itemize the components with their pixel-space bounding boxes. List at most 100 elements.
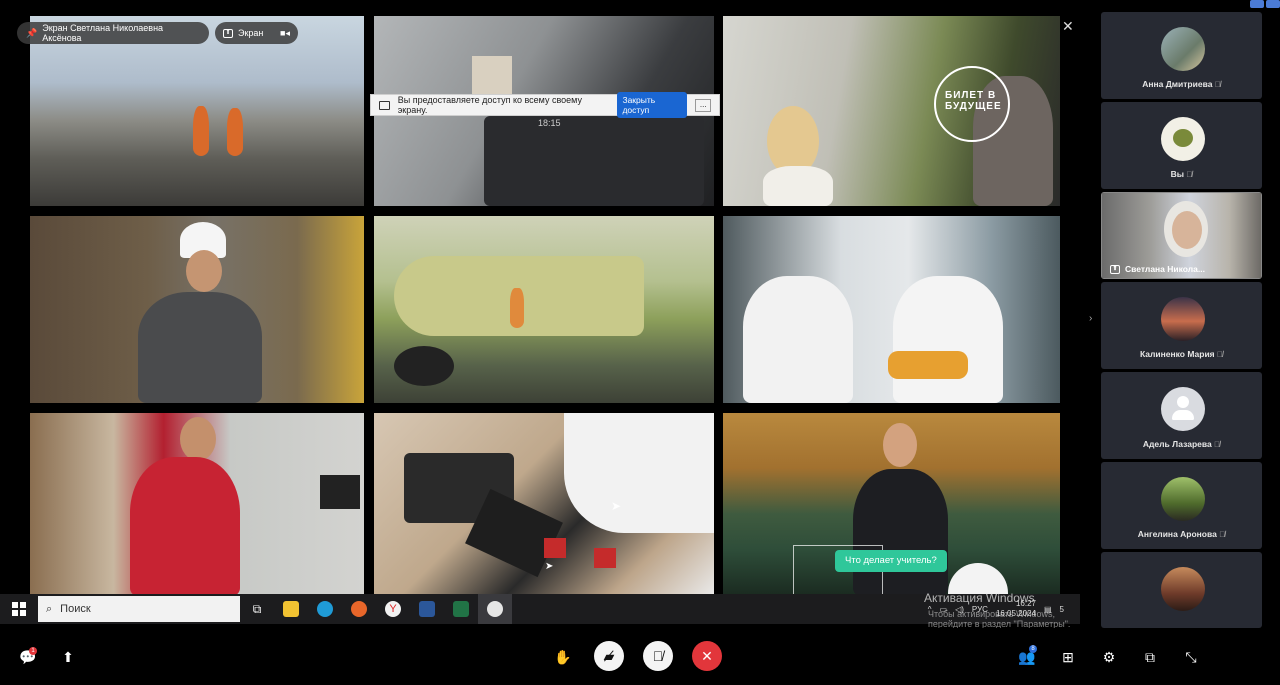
media-player-icon[interactable]	[478, 594, 512, 624]
hand-on-laptop	[484, 116, 704, 206]
avatar	[1161, 297, 1205, 341]
windows-activation-subtitle: Чтобы активировать Windows, перейдите в …	[928, 609, 1071, 629]
video-tile-robot-parts	[374, 413, 714, 596]
mic-off-icon: 🎙̸	[652, 648, 664, 664]
teacher-face	[883, 423, 917, 467]
engineer-uniform	[138, 292, 262, 403]
call-control-bar	[0, 628, 1280, 685]
firefox-icon[interactable]	[342, 594, 376, 624]
participant-card-active[interactable]: ⬆ Светлана Никола...	[1101, 192, 1262, 279]
camera-off-button[interactable]: ▰̸	[594, 641, 624, 671]
participant-name: Вы	[1170, 169, 1185, 179]
search-placeholder: Поиск	[60, 603, 91, 615]
participant-name-row: Адель Лазарева 🎙̸	[1101, 439, 1262, 449]
mic-muted-icon: 🎙̸	[1219, 530, 1226, 539]
mic-muted-icon: 🎙̸	[1186, 170, 1193, 179]
participants-badge: 8	[1029, 645, 1037, 653]
avatar	[1161, 567, 1205, 611]
frog-image	[1173, 129, 1193, 147]
screen-chip[interactable]: ⬆ Экран ■◂	[215, 22, 298, 44]
gear-icon[interactable]: ⚙	[1099, 647, 1119, 667]
video-call-window: 📌 Экран Светлана Николаевна Аксёнова ⬆ Э…	[0, 0, 1280, 685]
participant-card[interactable]: Калиненко Мария 🎙̸	[1101, 282, 1262, 369]
screen-badge-icon: ⬆	[223, 28, 233, 38]
pin-icon: 📌	[26, 27, 38, 38]
yandex-icon[interactable]: Y	[376, 594, 410, 624]
laptop-clock: 18:15	[538, 118, 561, 128]
participant-name-row: Калиненко Мария 🎙̸	[1101, 349, 1262, 359]
video-tile-lab-scientists	[723, 216, 1060, 403]
question-bubble: Что делает учитель?	[835, 550, 947, 572]
woman-figure	[510, 288, 524, 328]
participant-card[interactable]: Ангелина Аронова 🎙̸	[1101, 462, 1262, 549]
participant-name: Адель Лазарева	[1142, 439, 1212, 449]
woman-shirt	[763, 166, 833, 206]
windows-taskbar: ⌕ Поиск ⧉ Y ^ ▭ ◁) РУС 16:27 16.05.2024 …	[0, 594, 1080, 624]
windows-start-icon[interactable]	[0, 594, 38, 624]
red-shirt	[130, 457, 240, 596]
share-screen-icon[interactable]: ⬆	[58, 647, 78, 667]
aircraft-wheel	[394, 346, 454, 386]
minimize-button[interactable]: ...	[695, 98, 712, 112]
avatar	[1161, 117, 1205, 161]
camera-icon: ■◂	[280, 27, 290, 38]
man-face	[180, 417, 216, 461]
participant-name-row: Анна Дмитриева 🎙̸	[1101, 79, 1262, 89]
word-icon[interactable]	[410, 594, 444, 624]
participant-card[interactable]: Анна Дмитриева 🎙̸	[1101, 12, 1262, 99]
logo-line-1: БИЛЕТ В	[945, 90, 997, 101]
mouse-cursor-icon: ➤	[611, 499, 622, 513]
avatar	[1161, 27, 1205, 71]
file-explorer-icon[interactable]	[274, 594, 308, 624]
picture-in-picture-icon[interactable]: ⧉	[1140, 647, 1160, 667]
participant-name-row: ⬆ Светлана Никола...	[1110, 264, 1205, 274]
white-sleeve	[564, 413, 714, 533]
stop-sharing-button[interactable]: Закрыть доступ	[617, 92, 688, 118]
worker-figure	[193, 106, 209, 156]
excel-icon[interactable]	[444, 594, 478, 624]
screen-share-icon	[379, 100, 390, 110]
red-block	[544, 538, 566, 558]
mic-off-button[interactable]: 🎙̸	[643, 641, 673, 671]
worker-figure	[227, 108, 243, 156]
end-call-button[interactable]: ✕	[692, 641, 722, 671]
participant-card[interactable]: Адель Лазарева 🎙̸	[1101, 372, 1262, 459]
instrument	[888, 351, 968, 379]
participant-name: Светлана Никола...	[1125, 264, 1205, 274]
video-tile-interview-women	[723, 16, 1060, 206]
participant-name: Анна Дмитриева	[1142, 79, 1213, 89]
participant-name-row: Ангелина Аронова 🎙̸	[1101, 529, 1262, 539]
grid-layout-icon[interactable]: ⊞	[1058, 647, 1078, 667]
shared-screen: 📌 Экран Светлана Николаевна Аксёнова ⬆ Э…	[0, 0, 1090, 629]
video-tile-workers-walking	[30, 16, 364, 206]
video-tile-engineer-helmet	[30, 216, 364, 403]
raise-hand-icon[interactable]: ✋	[552, 647, 574, 667]
participant-name: Калиненко Мария	[1140, 349, 1215, 359]
close-icon[interactable]: ✕	[1062, 18, 1074, 35]
participant-card[interactable]: Вы 🎙̸	[1101, 102, 1262, 189]
close-icon: ✕	[701, 647, 713, 664]
mic-muted-icon: 🎙̸	[1214, 80, 1221, 89]
chevron-right-icon[interactable]: ›	[1089, 313, 1092, 324]
collapse-fullscreen-icon[interactable]: ⤡	[1181, 647, 1201, 667]
edge-icon[interactable]	[308, 594, 342, 624]
avatar-placeholder	[1161, 387, 1205, 431]
participant-card[interactable]	[1101, 552, 1262, 628]
scientist-left	[743, 276, 853, 403]
screen-chip-label: Экран	[238, 28, 264, 38]
window-control[interactable]	[1266, 0, 1280, 8]
participant-name: Ангелина Аронова	[1137, 529, 1217, 539]
sharing-notice-text: Вы предоставляете доступ ко всему своему…	[397, 95, 582, 115]
red-block	[594, 548, 616, 568]
logo-text: БИЛЕТ В БУДУЩЕЕ	[945, 90, 1002, 112]
task-view-icon[interactable]: ⧉	[240, 594, 274, 624]
taskbar-search-input[interactable]: ⌕ Поиск	[38, 596, 240, 622]
logo-line-2: БУДУЩЕЕ	[945, 101, 1002, 112]
window-control[interactable]	[1250, 0, 1264, 8]
mic-muted-icon: 🎙̸	[1214, 440, 1221, 449]
user-icon-body	[1172, 410, 1194, 420]
presenter-chip[interactable]: 📌 Экран Светлана Николаевна Аксёнова	[17, 22, 209, 44]
participant-face	[1172, 211, 1202, 249]
screen-share-icon: ⬆	[1110, 264, 1120, 274]
engineer-face	[186, 250, 222, 292]
